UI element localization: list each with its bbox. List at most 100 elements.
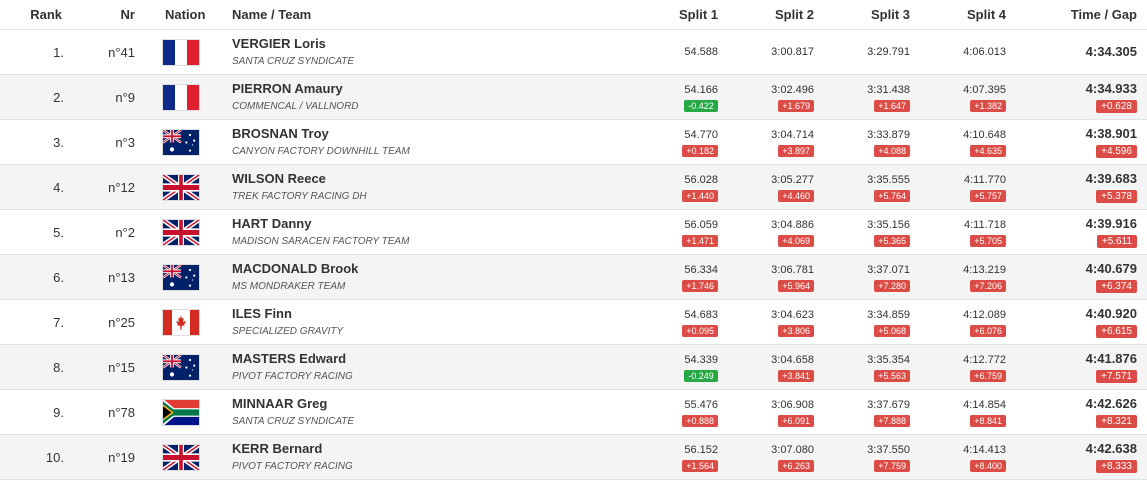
gap-badge: +6.374 <box>1096 280 1137 293</box>
gap-badge: +6.615 <box>1096 325 1137 338</box>
split-4-cell: 4:06.013 <box>920 45 1016 59</box>
table-row[interactable]: 2. n°9 PIERRON Amaury COMMENCAL / VALLNORD 5… <box>0 75 1147 120</box>
split-1-cell: 56.152 +1.564 <box>632 443 728 472</box>
can-flag-icon <box>163 309 232 335</box>
header-time-gap[interactable]: Time / Gap <box>1016 7 1147 22</box>
time-gap-cell: 4:40.920 +6.615 <box>1016 306 1147 338</box>
rank-cell: 5. <box>53 224 64 240</box>
split-4-cell: 4:11.718 +5.705 <box>920 218 1016 247</box>
rider-name[interactable]: MASTERS Edward <box>232 351 632 367</box>
split-1-cell: 55.476 +0.888 <box>632 398 728 427</box>
header-name-team[interactable]: Name / Team <box>232 7 632 22</box>
table-row[interactable]: 7. n°25 ILES Finn SPECIALIZED GRAVITY 54.683… <box>0 300 1147 345</box>
split-2-gap-badge: +3.897 <box>778 144 814 157</box>
time-gap-cell: 4:42.626 +8.321 <box>1016 396 1147 428</box>
final-time: 4:40.679 <box>1085 261 1137 276</box>
split-1-time: 54.339 <box>684 353 718 366</box>
table-row[interactable]: 8. n°15 MASTERS Edward PIVOT FACTORY RACING… <box>0 345 1147 390</box>
header-nation[interactable]: Nation <box>135 7 232 22</box>
split-2-time: 3:05.277 <box>771 173 814 186</box>
rider-cell: ILES Finn SPECIALIZED GRAVITY <box>232 306 632 339</box>
rider-name[interactable]: HART Danny <box>232 216 632 232</box>
split-1-gap-badge: +0.095 <box>682 324 718 337</box>
gap-badge: +5.611 <box>1096 235 1137 248</box>
header-split-3[interactable]: Split 3 <box>824 7 920 22</box>
split-2-time: 3:06.908 <box>771 398 814 411</box>
split-1-gap-badge: +0.888 <box>682 414 718 427</box>
table-row[interactable]: 6. n°13 MACDONALD Brook MS MONDRAKER TEAM 56… <box>0 255 1147 300</box>
gbr-flag-icon <box>163 174 232 200</box>
split-1-time: 55.476 <box>684 398 718 411</box>
rider-name[interactable]: ILES Finn <box>232 306 632 322</box>
split-2-gap-badge: +6.263 <box>778 459 814 472</box>
header-rank[interactable]: Rank <box>0 7 68 22</box>
rider-name[interactable]: MACDONALD Brook <box>232 261 632 277</box>
table-row[interactable]: 10. n°19 KERR Bernard PIVOT FACTORY RACING 5… <box>0 435 1147 480</box>
split-4-time: 4:11.770 <box>963 173 1006 186</box>
table-row[interactable]: 4. n°12 WILSON Reece TREK FACTORY RACING DH… <box>0 165 1147 210</box>
split-4-gap-badge: +6.076 <box>970 324 1006 337</box>
rank-cell: 6. <box>53 269 64 285</box>
table-row[interactable]: 3. n°3 BROSNAN Troy CANYON FACTORY DOWNHILL… <box>0 120 1147 165</box>
table-row[interactable]: 5. n°2 HART Danny MADISON SARACEN FACTORY T… <box>0 210 1147 255</box>
gap-badge: +0.628 <box>1096 100 1137 113</box>
rider-name[interactable]: KERR Bernard <box>232 441 632 457</box>
header-nr[interactable]: Nr <box>68 7 135 22</box>
rank-cell: 4. <box>53 179 64 195</box>
split-2-gap-badge: +6.091 <box>778 414 814 427</box>
rank-cell: 2. <box>53 89 64 105</box>
team-name: PIVOT FACTORY RACING <box>232 370 353 382</box>
split-2-cell: 3:04.658 +3.841 <box>728 353 824 382</box>
rider-name[interactable]: PIERRON Amaury <box>232 81 632 97</box>
split-1-time: 54.588 <box>684 46 718 58</box>
team-name: CANYON FACTORY DOWNHILL TEAM <box>232 145 410 157</box>
team-name: MS MONDRAKER TEAM <box>232 280 346 292</box>
rider-name[interactable]: BROSNAN Troy <box>232 126 632 142</box>
bib-number: n°9 <box>115 89 135 105</box>
split-3-cell: 3:35.555 +5.764 <box>824 173 920 202</box>
split-2-time: 3:02.496 <box>771 83 814 96</box>
header-split-1[interactable]: Split 1 <box>632 7 728 22</box>
gap-badge: +5.378 <box>1096 190 1137 203</box>
split-4-gap-badge: +8.841 <box>970 414 1006 427</box>
final-time: 4:34.933 <box>1085 81 1137 96</box>
table-row[interactable]: 9. n°78 MINNAAR Greg SANTA CRUZ SYNDICATE 55… <box>0 390 1147 435</box>
nation-cell <box>135 399 232 425</box>
bib-number: n°3 <box>115 134 135 150</box>
rank-cell: 10. <box>45 449 64 465</box>
time-gap-cell: 4:38.901 +4.596 <box>1016 126 1147 158</box>
table-header: Rank Nr Nation Name / Team Split 1 Split… <box>0 0 1147 30</box>
time-gap-cell: 4:34.305 <box>1016 44 1147 60</box>
final-time: 4:39.683 <box>1085 171 1137 186</box>
split-3-gap-badge: +5.764 <box>874 189 910 202</box>
split-2-cell: 3:04.623 +3.806 <box>728 308 824 337</box>
split-3-cell: 3:37.550 +7.759 <box>824 443 920 472</box>
team-name: SANTA CRUZ SYNDICATE <box>232 415 355 427</box>
nation-cell <box>135 354 232 380</box>
header-split-2[interactable]: Split 2 <box>728 7 824 22</box>
rider-name[interactable]: VERGIER Loris <box>232 36 632 52</box>
rider-name[interactable]: WILSON Reece <box>232 171 632 187</box>
rank-cell: 9. <box>53 404 64 420</box>
split-3-gap-badge: +7.888 <box>874 414 910 427</box>
header-split-4[interactable]: Split 4 <box>920 7 1016 22</box>
split-4-cell: 4:11.770 +5.757 <box>920 173 1016 202</box>
split-4-gap-badge: +5.705 <box>970 234 1006 247</box>
rider-name[interactable]: MINNAAR Greg <box>232 396 632 412</box>
split-3-time: 3:35.555 <box>867 173 910 186</box>
bib-number: n°12 <box>108 179 135 195</box>
time-gap-cell: 4:40.679 +6.374 <box>1016 261 1147 293</box>
split-3-time: 3:35.354 <box>867 353 910 366</box>
split-2-gap-badge: +1.679 <box>778 99 814 112</box>
split-3-cell: 3:35.354 +5.563 <box>824 353 920 382</box>
split-1-gap-badge: +0.182 <box>682 144 718 157</box>
split-4-gap-badge: +1.382 <box>970 99 1006 112</box>
split-3-time: 3:37.071 <box>867 263 910 276</box>
bib-number: n°25 <box>108 314 135 330</box>
table-row[interactable]: 1. n°41 VERGIER Loris SANTA CRUZ SYNDICATE 5… <box>0 30 1147 75</box>
split-4-time: 4:12.772 <box>963 353 1006 366</box>
split-1-gap-badge: -0.249 <box>684 369 718 382</box>
split-3-time: 3:29.791 <box>867 46 910 58</box>
aus-flag-icon <box>163 264 232 290</box>
final-time: 4:42.626 <box>1085 396 1137 411</box>
